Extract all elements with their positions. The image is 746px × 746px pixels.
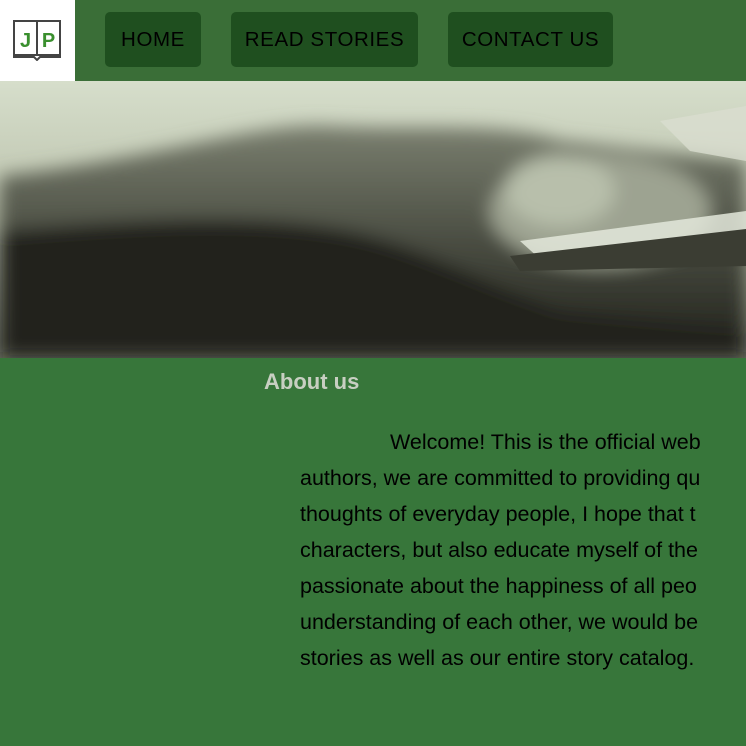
about-heading: About us <box>264 369 360 394</box>
nav-read-stories-button[interactable]: READ STORIES <box>231 12 418 67</box>
about-paragraph: Welcome! This is the official web author… <box>300 424 746 676</box>
hero-banner-image <box>0 81 746 358</box>
nav-home-button[interactable]: HOME <box>105 12 201 67</box>
about-line: authors, we are committed to providing q… <box>300 466 701 490</box>
open-book-logo-icon: J P <box>13 20 61 61</box>
svg-text:J: J <box>20 30 31 52</box>
about-line: stories as well as our entire story cata… <box>300 646 695 670</box>
site-logo[interactable]: J P <box>0 0 75 81</box>
about-line: characters, but also educate myself of t… <box>300 538 698 562</box>
site-header: J P HOME READ STORIES CONTACT US <box>0 0 746 81</box>
svg-text:P: P <box>42 30 55 52</box>
about-line: understanding of each other, we would be <box>300 610 699 634</box>
hero-reading-photo <box>0 81 746 358</box>
nav-contact-us-button[interactable]: CONTACT US <box>448 12 613 67</box>
about-line: Welcome! This is the official web <box>390 430 701 454</box>
about-line: thoughts of everyday people, I hope that… <box>300 502 696 526</box>
about-line: passionate about the happiness of all pe… <box>300 574 697 598</box>
